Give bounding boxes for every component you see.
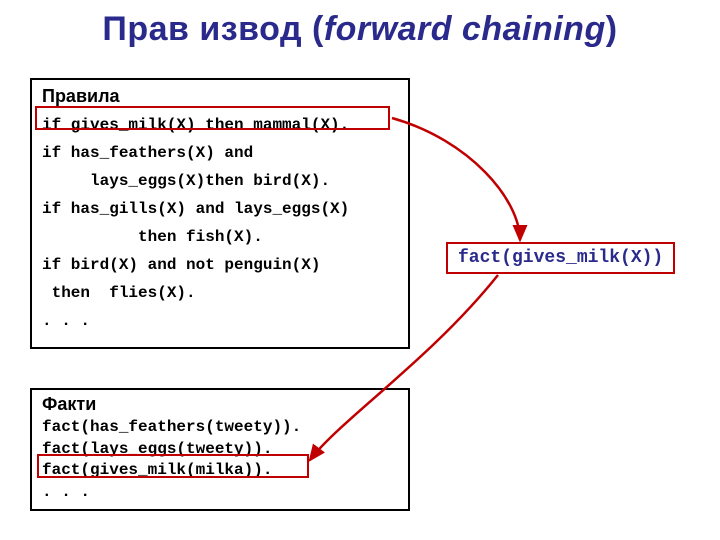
- rule-line-4: if has_gills(X) and lays_eggs(X): [42, 195, 398, 223]
- facts-box: Факти fact(has_feathers(tweety)). fact(l…: [30, 388, 410, 511]
- arrow-rule1-to-result: [392, 118, 520, 240]
- rule-line-3: lays_eggs(X)then bird(X).: [42, 167, 398, 195]
- result-text: fact(gives_milk(X)): [458, 248, 663, 268]
- facts-heading: Факти: [42, 394, 398, 415]
- fact-line-1: fact(has_feathers(tweety)).: [42, 417, 398, 439]
- slide: Прав извод (forward chaining) Правила if…: [0, 0, 720, 540]
- result-box: fact(gives_milk(X)): [446, 242, 675, 274]
- rules-heading: Правила: [42, 86, 398, 107]
- rule-line-5: then fish(X).: [42, 223, 398, 251]
- fact3-highlight-box: [37, 454, 309, 478]
- rule-line-2: if has_feathers(X) and: [42, 139, 398, 167]
- title-suffix: ): [606, 10, 618, 48]
- rule-line-7: then flies(X).: [42, 279, 398, 307]
- title-prefix: Прав извод (: [102, 10, 323, 48]
- fact-line-4: . . .: [42, 482, 398, 504]
- rule-line-8: . . .: [42, 307, 398, 335]
- title-italic: forward chaining: [324, 10, 606, 48]
- slide-title: Прав извод (forward chaining): [30, 10, 690, 49]
- rule1-highlight-box: [35, 106, 390, 130]
- rule-line-6: if bird(X) and not penguin(X): [42, 251, 398, 279]
